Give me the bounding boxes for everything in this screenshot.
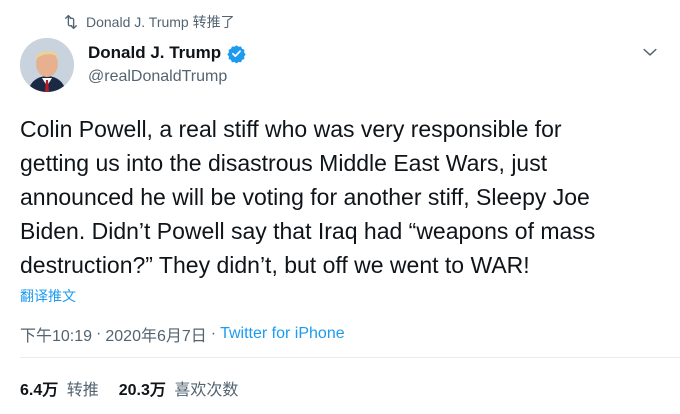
likes-stat[interactable]: 20.3万 喜欢次数 — [119, 376, 239, 400]
meta-separator: · — [96, 325, 102, 342]
likes-count: 20.3万 — [118, 382, 166, 399]
retweets-stat[interactable]: 6.4万 转推 — [20, 376, 99, 400]
retweets-count: 6.4万 — [20, 382, 59, 399]
tweet-time[interactable]: 下午10:19 — [20, 322, 92, 346]
verified-badge-icon — [227, 44, 246, 63]
display-name[interactable]: Donald J. Trump — [88, 43, 221, 63]
tweet-date[interactable]: 2020年6月7日 — [105, 322, 206, 346]
retweets-label: 转推 — [66, 382, 99, 399]
translate-tweet-link[interactable]: 翻译推文 — [20, 286, 76, 306]
avatar[interactable] — [20, 38, 74, 92]
tweet-line: Colin Powell, a real stiff who was very … — [20, 116, 562, 142]
tweet-line: Biden. Didn’t Powell say that Iraq had “… — [20, 218, 596, 244]
handle[interactable]: @realDonaldTrump — [88, 68, 246, 86]
meta-separator: · — [210, 325, 217, 342]
tweet-meta: 下午10:19 · 2020年6月7日 · Twitter for iPhone — [20, 322, 345, 346]
author-info[interactable]: Donald J. Trump @realDonaldTrump — [88, 42, 246, 86]
tweet-line: destruction?” They didn’t, but off we we… — [20, 252, 530, 278]
tweet-line: getting us into the disastrous Middle Ea… — [20, 150, 548, 176]
retweet-text: Donald J. Trump 转推了 — [86, 14, 235, 30]
retweet-header[interactable]: Donald J. Trump 转推了 — [62, 12, 235, 32]
tweet-stats: 6.4万 转推 20.3万 喜欢次数 — [20, 376, 238, 400]
divider — [20, 357, 680, 358]
tweet-text: Colin Powell, a real stiff who was very … — [20, 112, 660, 282]
tweet-source[interactable]: Twitter for iPhone — [220, 325, 345, 343]
tweet-line: announced he will be voting for another … — [20, 184, 590, 210]
chevron-down-icon[interactable] — [640, 42, 660, 62]
likes-label: 喜欢次数 — [174, 382, 239, 399]
retweet-icon — [65, 14, 77, 30]
